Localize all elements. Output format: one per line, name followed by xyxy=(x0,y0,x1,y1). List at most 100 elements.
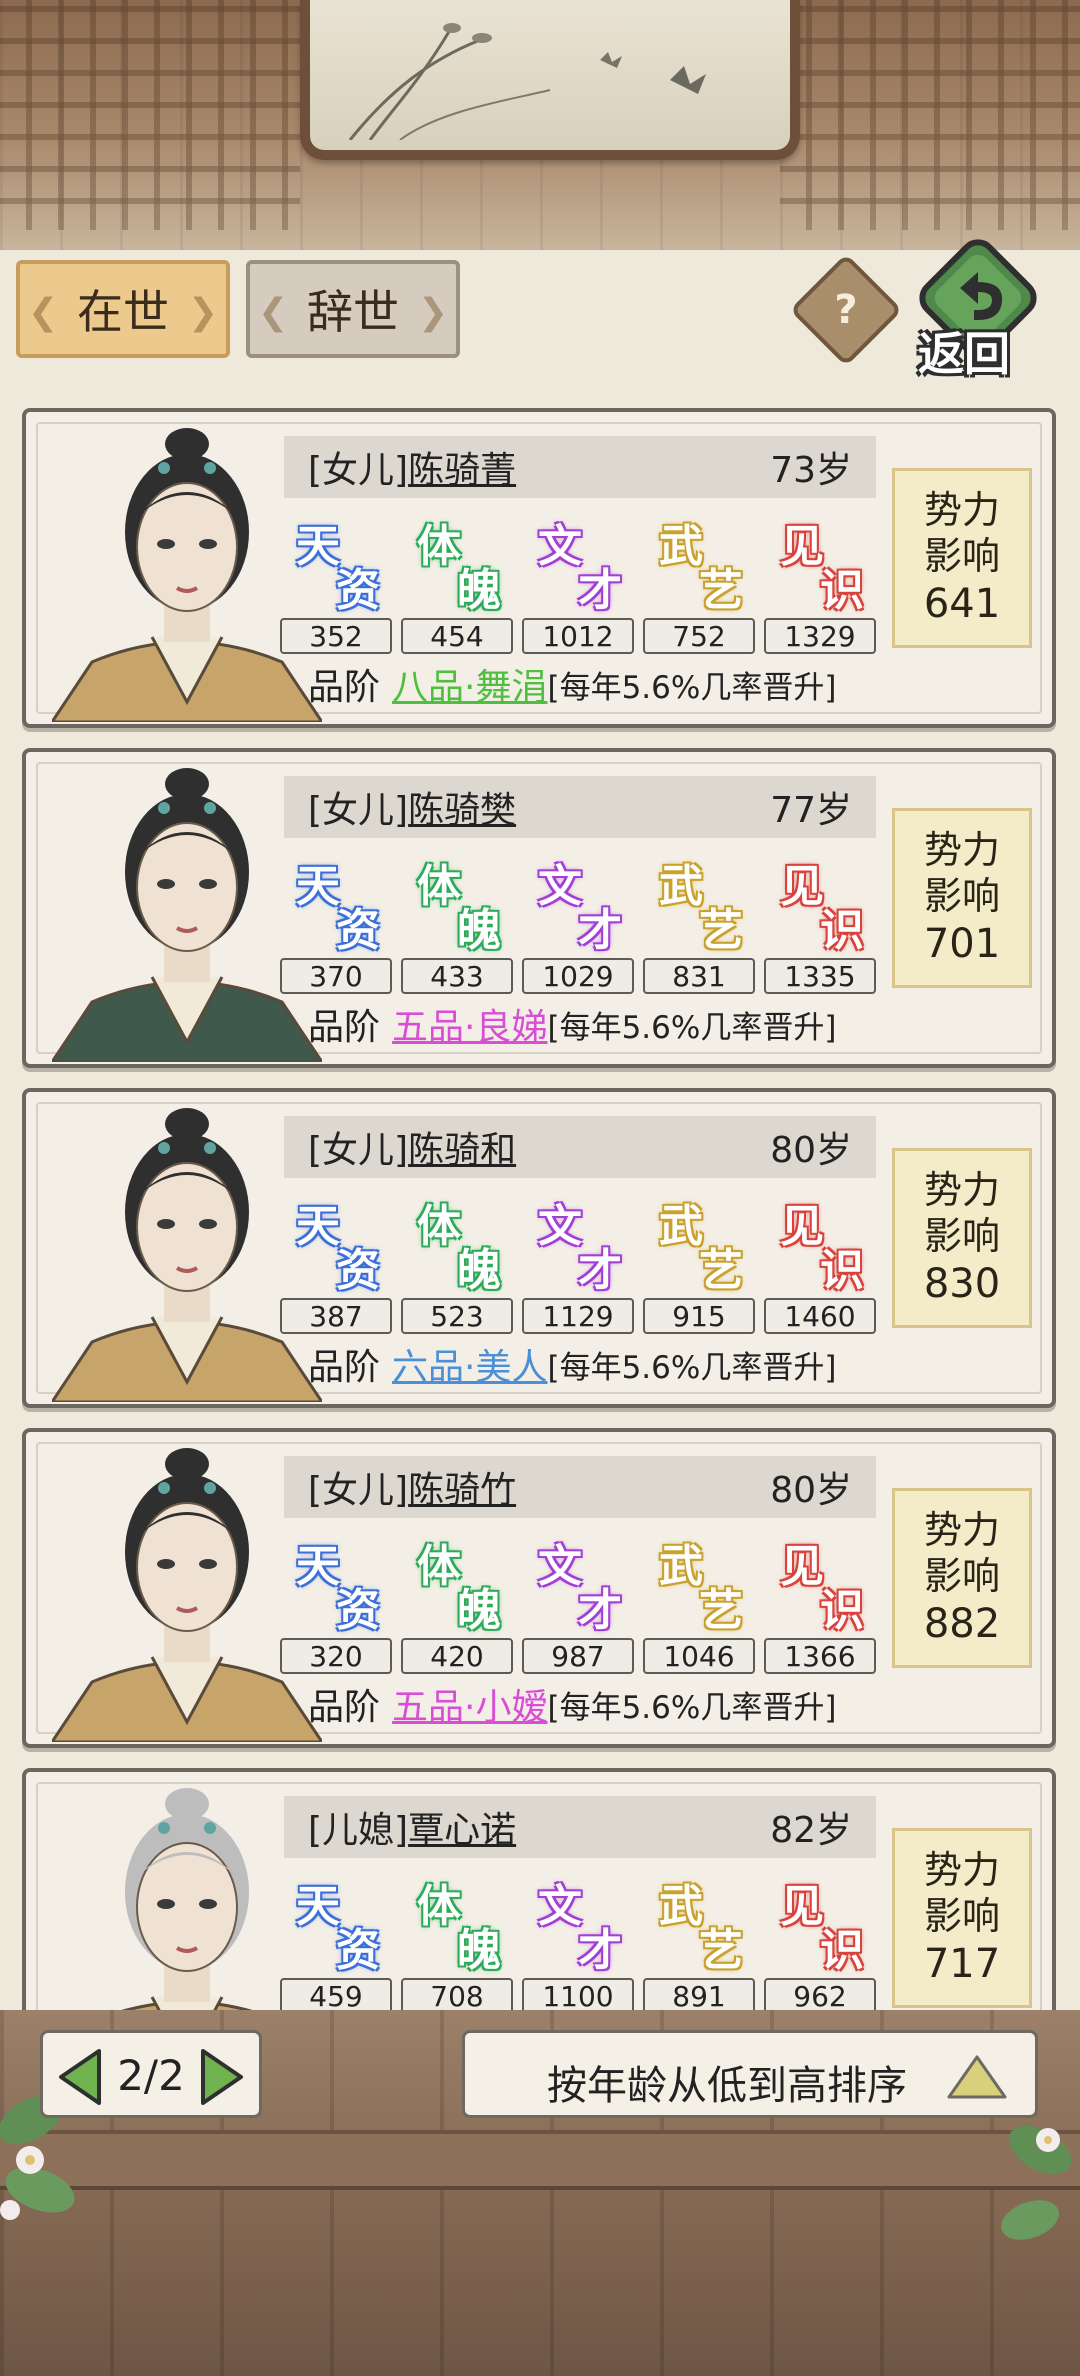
relation-label: [女儿] xyxy=(308,450,409,491)
flower-leaf-right-icon xyxy=(1001,2125,1072,2240)
attribute-char-1: 天 xyxy=(296,521,340,572)
attribute-value: 987 xyxy=(522,1638,634,1674)
attribute-value: 1100 xyxy=(522,1978,634,2010)
attribute-value: 1046 xyxy=(643,1638,755,1674)
attribute-value: 1335 xyxy=(764,958,876,994)
attribute-value: 915 xyxy=(643,1298,755,1334)
attribute-icon: 见识 xyxy=(766,1192,878,1302)
attribute-icon: 武艺 xyxy=(645,1872,757,1982)
attribute-value: 370 xyxy=(280,958,392,994)
attribute-icon: 见识 xyxy=(766,852,878,962)
attribute-icon: 文才 xyxy=(524,1192,636,1302)
attribute-value: 1012 xyxy=(522,618,634,654)
influence-label-2: 影响 xyxy=(923,1894,1000,1938)
attribute-icon: 天资 xyxy=(282,512,394,622)
back-label[interactable]: 返回 xyxy=(918,318,1010,384)
member-card[interactable]: [女儿]陈骑和 80岁天资体魄文才武艺见识 387 523 1129 915 1460 品阶六… xyxy=(22,1088,1056,1408)
attribute-char-2: 魄 xyxy=(457,1245,501,1296)
attribute-icons: 天资体魄文才武艺见识 xyxy=(282,852,882,962)
attribute-char-2: 艺 xyxy=(699,1245,743,1296)
sort-by-age-button[interactable]: 按年龄从低到高排序 xyxy=(462,2030,1038,2118)
tab-deceased[interactable]: ❮ 辞世 ❯ xyxy=(246,260,460,358)
window-lattice-right xyxy=(780,0,1080,230)
attribute-icon: 武艺 xyxy=(645,852,757,962)
attribute-value: 891 xyxy=(643,1978,755,2010)
attribute-value: 387 xyxy=(280,1298,392,1334)
attribute-char-2: 识 xyxy=(820,1925,864,1976)
member-name-link[interactable]: 陈骑竹 xyxy=(408,1470,516,1511)
rank-line: 品阶 五品·良娣 [每年5.6%几率晋升] xyxy=(308,996,836,1052)
influence-label-2: 影响 xyxy=(923,874,1000,918)
attribute-icon: 文才 xyxy=(524,512,636,622)
influence-box: 势力 影响 830 xyxy=(892,1148,1032,1328)
rank-name-link[interactable]: 五品·良娣 xyxy=(392,998,547,1050)
attribute-value: 962 xyxy=(764,1978,876,2010)
attribute-char-1: 见 xyxy=(780,521,824,572)
member-name-link[interactable]: 陈骑和 xyxy=(408,1130,516,1171)
influence-box: 势力 影响 717 xyxy=(892,1828,1032,2008)
next-page-arrow-icon[interactable] xyxy=(193,2047,249,2107)
attribute-char-2: 资 xyxy=(336,1585,380,1636)
attribute-icon: 见识 xyxy=(766,512,878,622)
attribute-char-1: 文 xyxy=(538,861,582,912)
attribute-icon: 天资 xyxy=(282,1532,394,1642)
member-name-bar: [女儿]陈骑菁 73岁 xyxy=(284,436,876,498)
influence-label-1: 势力 xyxy=(923,1508,1000,1552)
attribute-char-2: 才 xyxy=(578,1245,622,1296)
rank-line: 品阶 八品·舞涓 [每年5.6%几率晋升] xyxy=(308,656,836,712)
influence-label-2: 影响 xyxy=(923,1214,1000,1258)
tab-alive[interactable]: ❮ 在世 ❯ xyxy=(16,260,230,358)
rank-name-link[interactable]: 八品·舞涓 xyxy=(392,658,547,710)
attribute-value: 320 xyxy=(280,1638,392,1674)
tab-deceased-label: 辞世 xyxy=(307,285,399,339)
shelf-beam xyxy=(0,2130,1080,2190)
attribute-char-1: 武 xyxy=(659,521,703,572)
age-label: 82岁 xyxy=(770,1810,852,1851)
chevron-left-icon: ❮ xyxy=(28,292,59,333)
influence-label-1: 势力 xyxy=(923,488,1000,532)
attribute-char-2: 魄 xyxy=(457,1925,501,1976)
attribute-values: 320 420 987 1046 1366 xyxy=(280,1638,882,1676)
rank-name-link[interactable]: 六品·美人 xyxy=(392,1338,547,1390)
attribute-icons: 天资体魄文才武艺见识 xyxy=(282,1872,882,1982)
influence-box: 势力 影响 701 xyxy=(892,808,1032,988)
help-button[interactable]: ? xyxy=(789,253,903,367)
attribute-value: 1329 xyxy=(764,618,876,654)
attribute-icon: 武艺 xyxy=(645,512,757,622)
relation-label: [女儿] xyxy=(308,1470,409,1511)
attribute-char-2: 资 xyxy=(336,905,380,956)
member-card[interactable]: [女儿]陈骑菁 73岁天资体魄文才武艺见识 352 454 1012 752 1329 品阶八… xyxy=(22,408,1056,728)
relation-label: [女儿] xyxy=(308,1130,409,1171)
member-name-bar: [儿媳]覃心诺 82岁 xyxy=(284,1796,876,1858)
sort-label: 按年龄从低到高排序 xyxy=(547,2063,907,2109)
rank-name-link[interactable]: 五品·小嫒 xyxy=(392,1678,547,1730)
attribute-icons: 天资体魄文才武艺见识 xyxy=(282,1192,882,1302)
attribute-value: 708 xyxy=(401,1978,513,2010)
window-lattice-left xyxy=(0,0,300,230)
attribute-char-2: 识 xyxy=(820,1585,864,1636)
member-name-link[interactable]: 陈骑樊 xyxy=(408,790,516,831)
attribute-char-1: 武 xyxy=(659,1541,703,1592)
member-name-link[interactable]: 覃心诺 xyxy=(408,1810,516,1851)
attribute-value: 433 xyxy=(401,958,513,994)
attribute-icon: 体魄 xyxy=(403,1872,515,1982)
member-list[interactable]: [女儿]陈骑菁 73岁天资体魄文才武艺见识 352 454 1012 752 1329 品阶八… xyxy=(0,398,1080,2010)
attribute-char-1: 文 xyxy=(538,1541,582,1592)
attribute-icon: 体魄 xyxy=(403,1192,515,1302)
attribute-char-2: 资 xyxy=(336,565,380,616)
member-card[interactable]: [儿媳]覃心诺 82岁天资体魄文才武艺见识 459 708 1100 891 962 势力 影响… xyxy=(22,1768,1056,2010)
attribute-values: 370 433 1029 831 1335 xyxy=(280,958,882,996)
attribute-char-2: 资 xyxy=(336,1245,380,1296)
attribute-value: 523 xyxy=(401,1298,513,1334)
influence-box: 势力 影响 882 xyxy=(892,1488,1032,1668)
attribute-char-2: 才 xyxy=(578,1585,622,1636)
member-card[interactable]: [女儿]陈骑樊 77岁天资体魄文才武艺见识 370 433 1029 831 1335 品阶五… xyxy=(22,748,1056,1068)
member-name-link[interactable]: 陈骑菁 xyxy=(408,450,516,491)
attribute-char-2: 才 xyxy=(578,905,622,956)
member-card[interactable]: [女儿]陈骑竹 80岁天资体魄文才武艺见识 320 420 987 1046 1366 品阶五… xyxy=(22,1428,1056,1748)
attribute-value: 1129 xyxy=(522,1298,634,1334)
age-label: 77岁 xyxy=(770,790,852,831)
promotion-chance: [每年5.6%几率晋升] xyxy=(547,1349,837,1386)
attribute-char-2: 魄 xyxy=(457,1585,501,1636)
attribute-icon: 体魄 xyxy=(403,852,515,962)
